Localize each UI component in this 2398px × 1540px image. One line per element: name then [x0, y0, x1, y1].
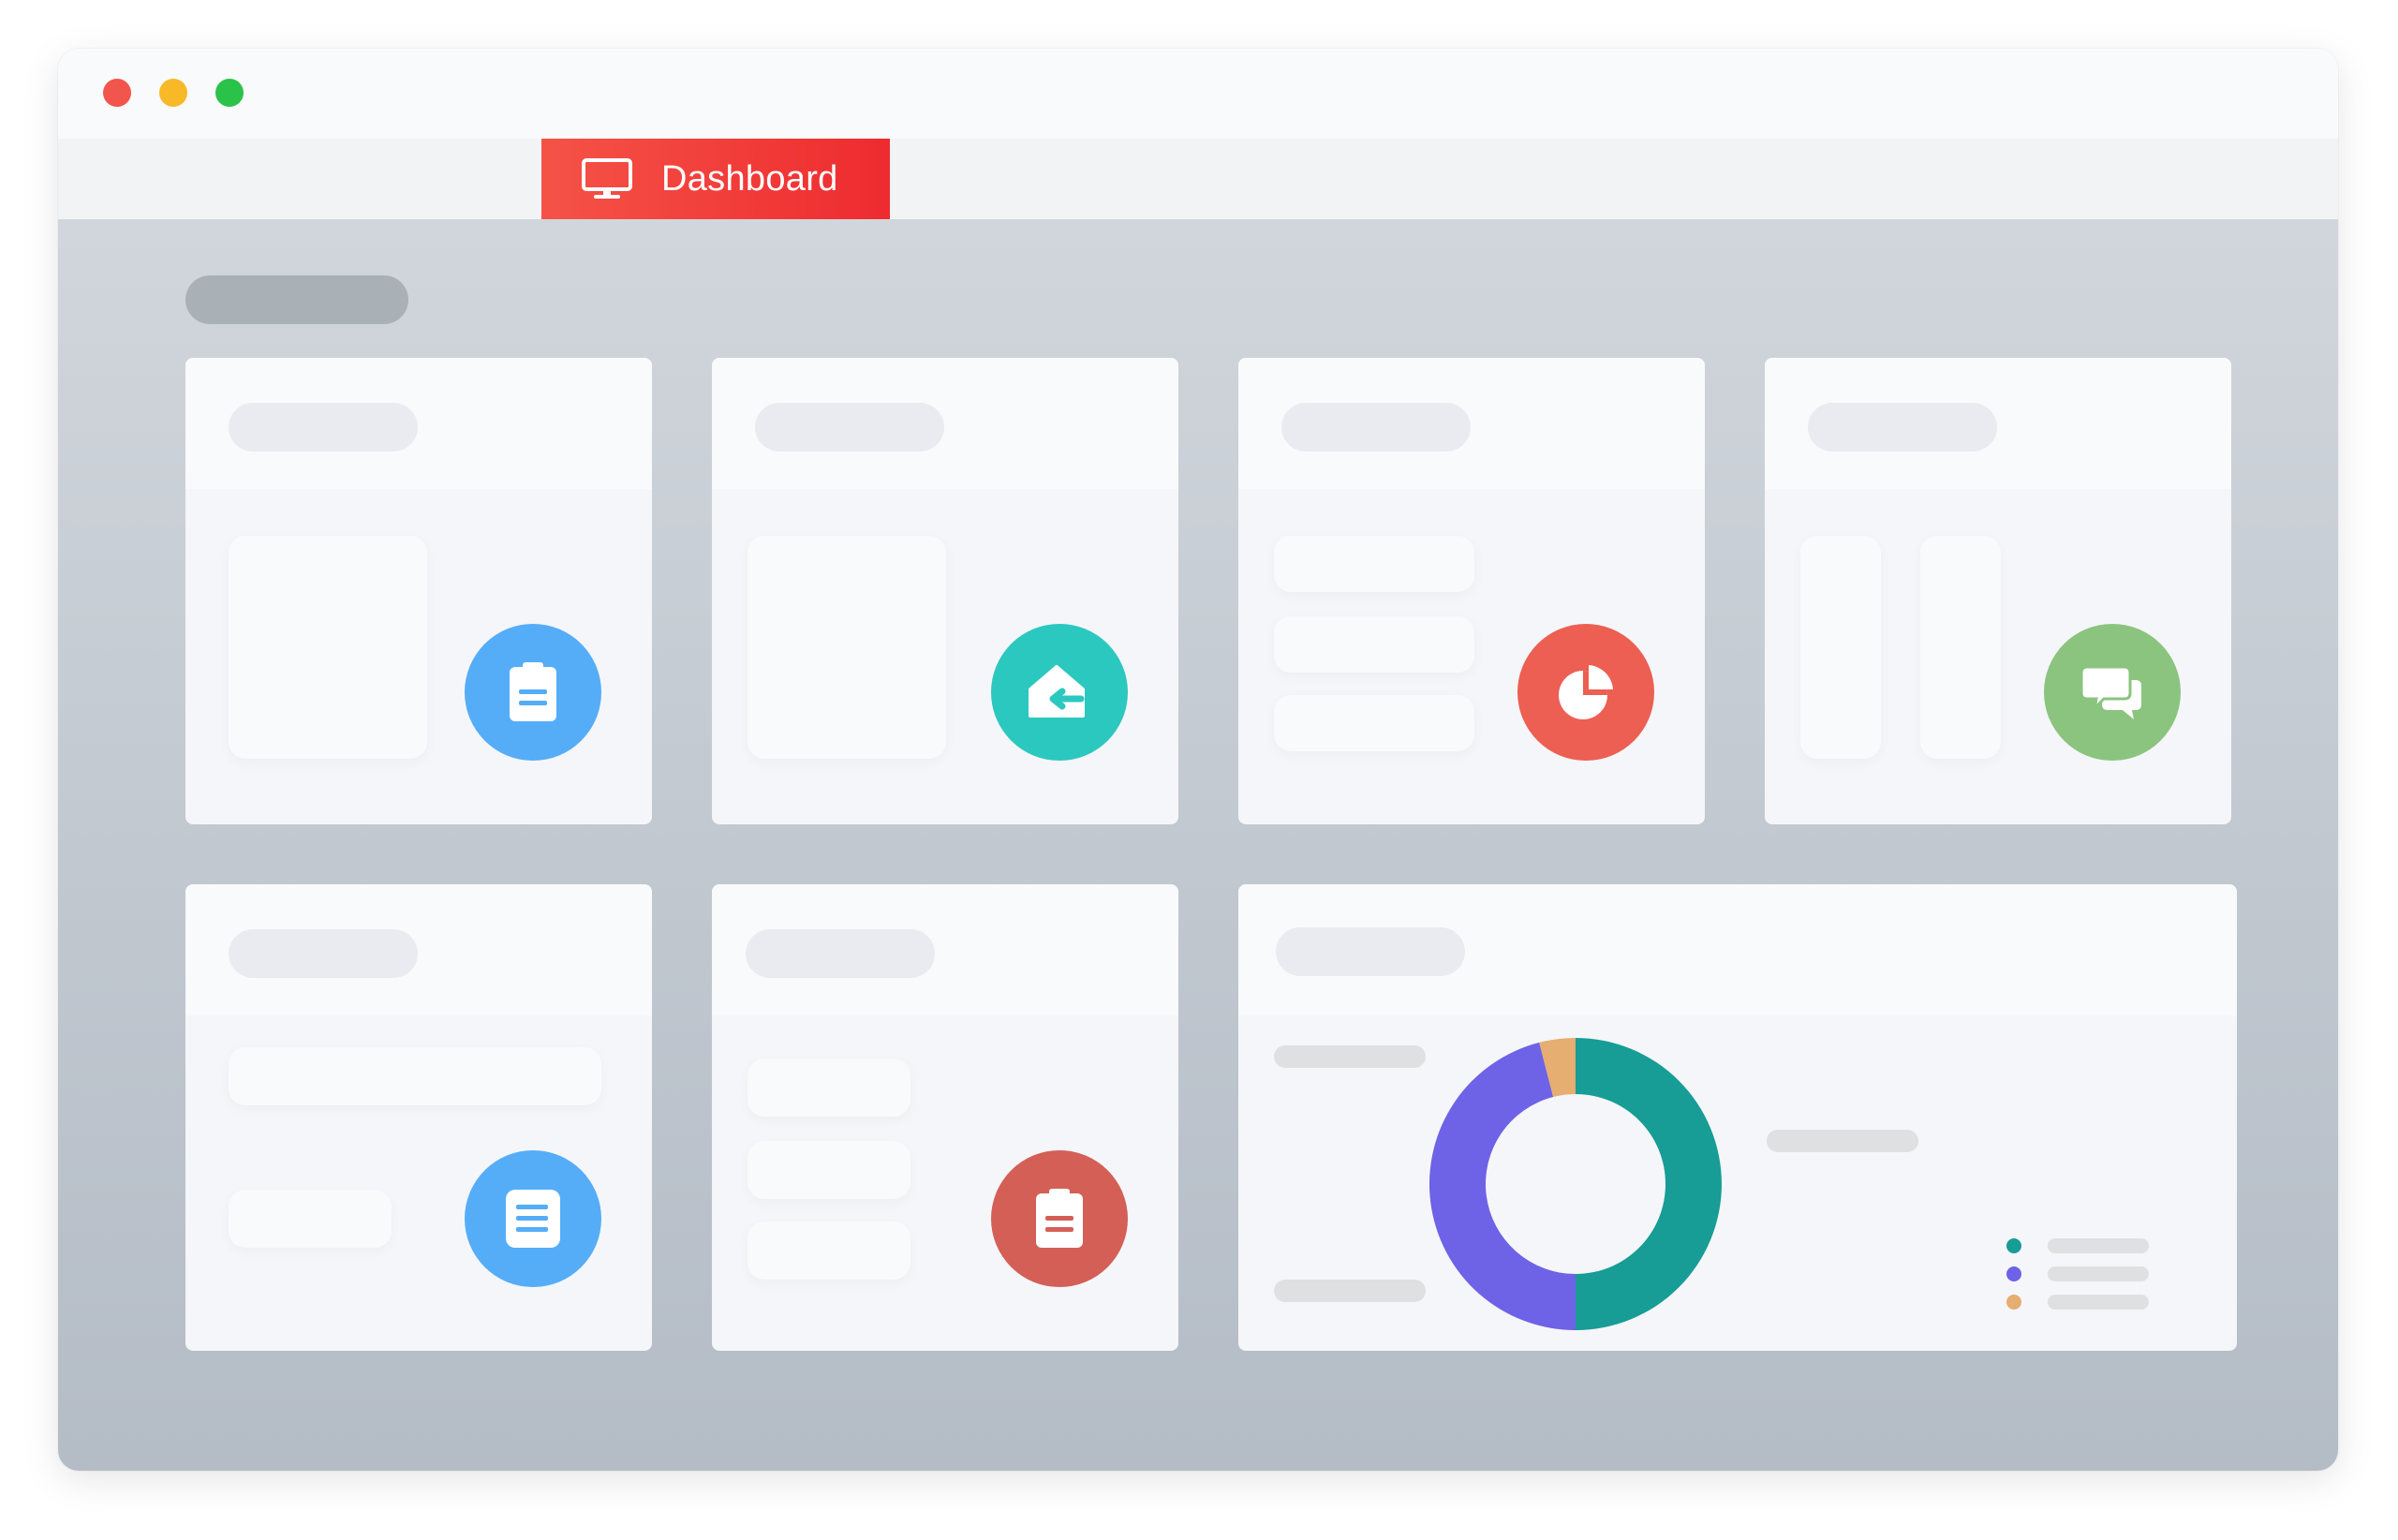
label-placeholder	[1274, 1280, 1426, 1302]
card-header	[1238, 884, 2237, 1015]
card-title-placeholder	[1808, 403, 1997, 452]
card-icon-button[interactable]	[1517, 624, 1654, 761]
card-icon-button[interactable]	[2044, 624, 2181, 761]
chart-card[interactable]	[1238, 884, 2237, 1351]
card-title-placeholder	[229, 929, 418, 978]
list-placeholder	[748, 1222, 910, 1280]
title-bar	[58, 49, 2338, 139]
monitor-icon	[582, 158, 632, 199]
card-header	[712, 884, 1178, 1015]
dashboard-card[interactable]	[185, 884, 652, 1351]
card-icon-button[interactable]	[465, 624, 601, 761]
maximize-window-button[interactable]	[215, 79, 244, 107]
donut-chart	[1429, 1038, 1722, 1330]
list-placeholder	[1274, 536, 1474, 592]
card-icon-button[interactable]	[465, 1150, 601, 1287]
app-window: Dashboard	[58, 49, 2338, 1471]
chat-bubbles-icon	[2080, 665, 2141, 719]
card-title-placeholder	[1281, 403, 1471, 452]
card-title-placeholder	[746, 929, 935, 978]
page-title-placeholder	[185, 275, 408, 324]
content-placeholder	[1920, 536, 2001, 759]
content-placeholder	[229, 1047, 601, 1105]
legend-dot	[2006, 1238, 2021, 1253]
card-icon-button[interactable]	[991, 1150, 1128, 1287]
clipboard-icon	[510, 662, 556, 721]
content-placeholder	[229, 536, 427, 759]
home-arrow-icon	[1029, 665, 1085, 718]
card-title-placeholder	[1276, 927, 1465, 976]
list-placeholder	[1274, 695, 1474, 751]
card-icon-button[interactable]	[991, 624, 1128, 761]
dashboard-card[interactable]	[712, 884, 1178, 1351]
content-placeholder	[229, 1190, 392, 1248]
legend-label-placeholder	[2048, 1295, 2149, 1310]
list-placeholder	[748, 1059, 910, 1117]
card-title-placeholder	[755, 403, 944, 452]
card-title-placeholder	[229, 403, 418, 452]
donut-slice	[1576, 1038, 1722, 1330]
card-header	[185, 884, 652, 1015]
tab-bar: Dashboard	[58, 139, 2338, 219]
label-placeholder	[1274, 1045, 1426, 1068]
minimize-window-button[interactable]	[159, 79, 187, 107]
card-header	[712, 358, 1178, 489]
dashboard-content	[58, 219, 2338, 1471]
card-header	[1765, 358, 2231, 489]
pie-chart-icon	[1559, 665, 1613, 719]
tab-label: Dashboard	[661, 158, 838, 199]
card-header	[1238, 358, 1705, 489]
dashboard-card[interactable]	[185, 358, 652, 824]
legend-dot	[2006, 1295, 2021, 1310]
close-window-button[interactable]	[103, 79, 131, 107]
clipboard-icon	[1036, 1189, 1083, 1248]
legend-dot	[2006, 1266, 2021, 1281]
legend-label-placeholder	[2048, 1238, 2149, 1253]
list-placeholder	[748, 1141, 910, 1199]
card-header	[185, 358, 652, 489]
dashboard-card[interactable]	[1765, 358, 2231, 824]
dashboard-card[interactable]	[712, 358, 1178, 824]
tab-dashboard[interactable]: Dashboard	[541, 139, 890, 219]
dashboard-card[interactable]	[1238, 358, 1705, 824]
label-placeholder	[1767, 1130, 1918, 1152]
legend-label-placeholder	[2048, 1266, 2149, 1281]
document-icon	[506, 1190, 560, 1248]
list-placeholder	[1274, 616, 1474, 673]
content-placeholder	[1800, 536, 1881, 759]
content-placeholder	[748, 536, 946, 759]
